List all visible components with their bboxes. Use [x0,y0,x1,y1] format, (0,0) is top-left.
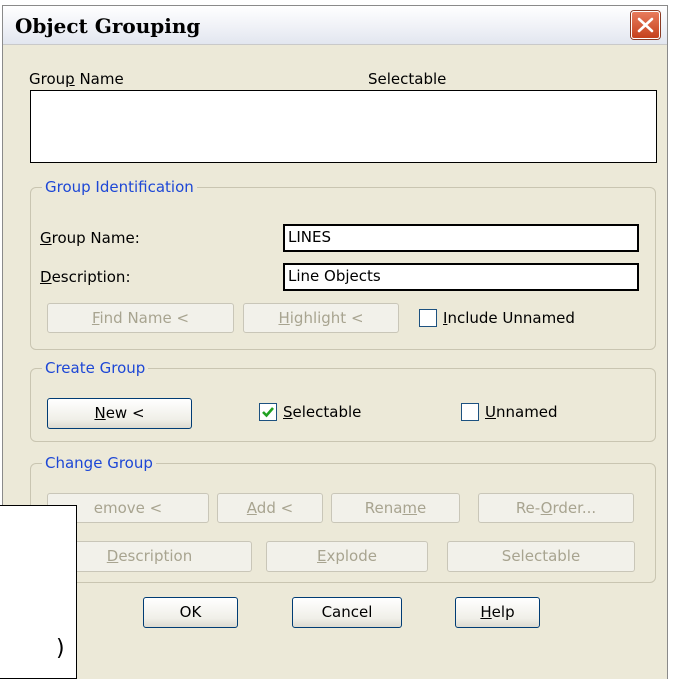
column-header-group-name: Group Name [29,70,124,88]
change-group-legend: Change Group [42,454,156,472]
checkmark-icon [262,407,274,418]
create-group-legend: Create Group [42,359,149,377]
unnamed-checkbox[interactable] [461,403,479,421]
explode-button[interactable]: Explode [266,541,428,572]
group-name-input[interactable]: LINES [283,224,639,252]
selectable-checkbox[interactable] [259,403,277,421]
object-grouping-dialog: Object Grouping Group Name Selectable Gr… [2,5,668,679]
rename-button[interactable]: Rename [331,493,460,523]
unnamed-label: Unnamed [485,403,558,421]
new-group-button[interactable]: New < [47,398,192,429]
close-button[interactable] [631,11,660,39]
window-title: Object Grouping [15,14,201,38]
close-icon [637,17,654,33]
selectable-label: Selectable [283,403,362,421]
find-name-button[interactable]: Find Name < [47,303,234,333]
ok-button[interactable]: OK [143,597,238,628]
include-unnamed-checkbox[interactable] [419,309,437,327]
paren-text: ) [56,636,65,661]
description-label: Description: [40,268,131,286]
highlight-button[interactable]: Highlight < [243,303,399,333]
add-button[interactable]: Add < [217,493,323,523]
column-header-selectable: Selectable [368,70,447,88]
include-unnamed-label: Include Unnamed [443,309,575,327]
group-list[interactable] [30,90,657,163]
overlapping-window-fragment: ) [0,505,77,679]
help-button[interactable]: Help [455,597,540,628]
title-bar: Object Grouping [3,6,667,45]
description-input[interactable]: Line Objects [283,263,639,291]
group-name-label: Group Name: [40,229,140,247]
group-identification-legend: Group Identification [42,178,197,196]
selectable-toggle-button[interactable]: Selectable [447,541,635,572]
description-button[interactable]: Description [47,541,252,572]
reorder-button[interactable]: Re-Order... [478,493,634,523]
cancel-button[interactable]: Cancel [292,597,402,628]
